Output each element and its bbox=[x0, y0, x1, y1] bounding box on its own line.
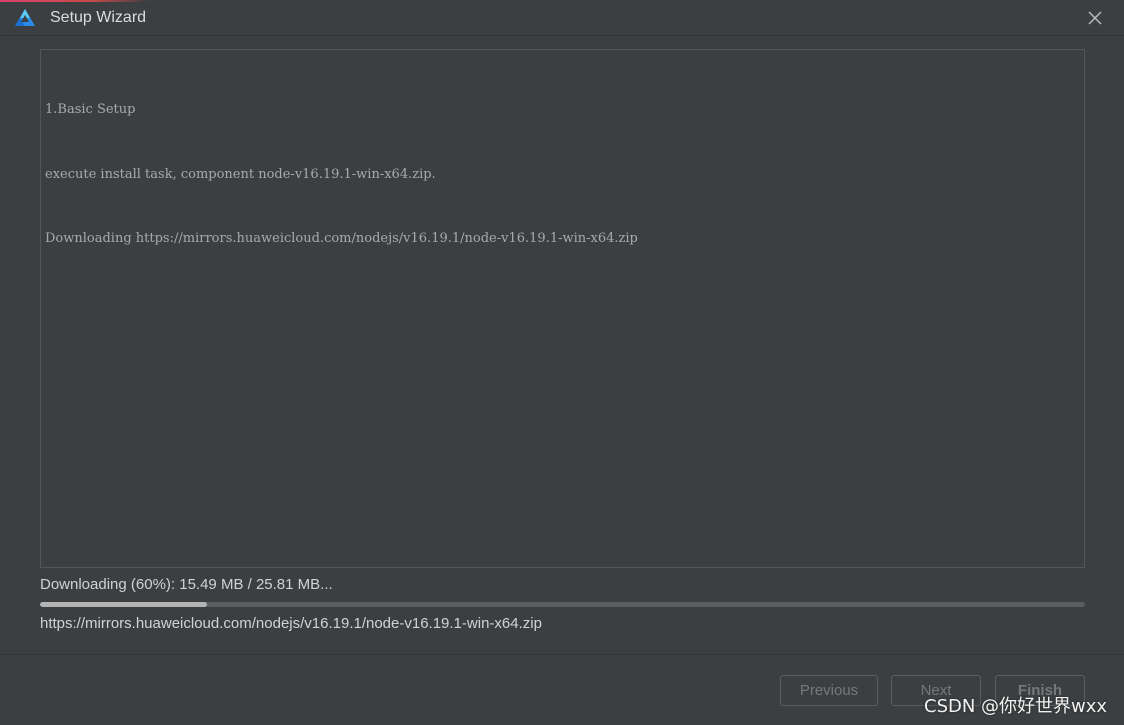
install-log-area[interactable]: 1.Basic Setup execute install task, comp… bbox=[40, 49, 1085, 568]
window-title: Setup Wizard bbox=[50, 9, 147, 26]
previous-button[interactable]: Previous bbox=[780, 675, 878, 706]
title-bar[interactable]: Setup Wizard bbox=[0, 0, 1124, 36]
download-status: Downloading (60%): 15.49 MB / 25.81 MB..… bbox=[40, 576, 333, 593]
close-icon[interactable] bbox=[1084, 7, 1106, 29]
setup-wizard-window: Setup Wizard 1.Basic Setup execute insta… bbox=[0, 0, 1124, 725]
footer-divider bbox=[0, 654, 1124, 655]
log-line: execute install task, component node-v16… bbox=[45, 166, 436, 182]
deveco-logo-icon bbox=[15, 9, 35, 26]
download-progress-fill bbox=[40, 602, 208, 607]
download-url: https://mirrors.huaweicloud.com/nodejs/v… bbox=[40, 615, 542, 632]
csdn-watermark: CSDN @你好世界wxx bbox=[924, 696, 1108, 717]
download-progress-bar bbox=[40, 602, 1085, 607]
log-line: 1.Basic Setup bbox=[45, 102, 136, 117]
log-line: Downloading https://mirrors.huaweicloud.… bbox=[45, 231, 638, 246]
